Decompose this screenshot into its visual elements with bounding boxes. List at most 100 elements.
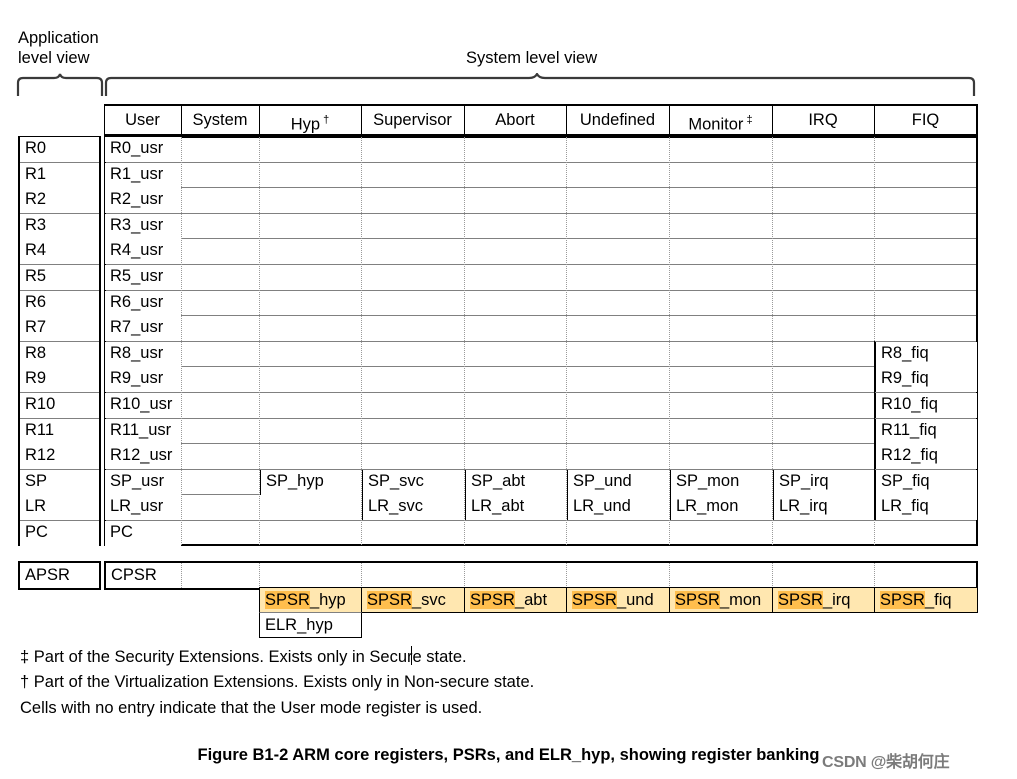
register-cell-label: R8_usr [110, 344, 164, 362]
app-register-label: R2 [25, 190, 47, 208]
app-register-label: R10 [25, 395, 56, 413]
register-cell-label: R7_usr [110, 318, 164, 336]
mode-header-divider [259, 106, 260, 134]
spsr-suffix-text: _und [616, 591, 654, 609]
spsr-suffix-text: _fiq [924, 591, 952, 609]
spsr-cell-irq: SPSR_irq [772, 587, 875, 613]
app-register-cell: R7 [20, 316, 99, 341]
register-cell-label: R9_fiq [881, 369, 929, 387]
system-level-brace [104, 73, 976, 96]
elr-hyp-cell: ELR_hyp [259, 612, 362, 638]
mode-header-label: Supervisor [373, 111, 452, 129]
spsr-cell-monitor: SPSR_mon [669, 587, 773, 613]
app-register-cell: SP [20, 470, 99, 495]
mode-header-fiq: FIQ [875, 106, 976, 134]
row-separator [106, 187, 976, 188]
mode-header-divider [181, 106, 182, 134]
register-cell-user: R7_usr [105, 316, 181, 341]
app-register-label: R1 [25, 165, 47, 183]
row-separator [106, 162, 976, 163]
cpsr-column-divider [566, 563, 567, 588]
register-cell-supervisor: LR_svc [362, 495, 464, 520]
register-cell-user: LR_usr [105, 495, 181, 520]
register-cell-fiq: R10_fiq [875, 393, 977, 418]
cpsr-column-divider [361, 563, 362, 588]
register-cell-label: SP_abt [471, 472, 526, 490]
app-register-label: R8 [25, 344, 47, 362]
text-cursor-caret [411, 646, 412, 665]
register-cell-user: R6_usr [105, 291, 181, 316]
register-cell-user: PC [105, 521, 181, 546]
app-register-label: PC [25, 523, 48, 541]
row-separator [106, 213, 976, 214]
register-cell-label: R5_usr [110, 267, 164, 285]
app-register-cell: R3 [20, 214, 99, 239]
register-cell-fiq: SP_fiq [875, 470, 977, 495]
footnote-marker: ‡ [743, 114, 753, 126]
register-cell-user: R11_usr [105, 419, 181, 444]
register-cell-label: SP_hyp [266, 472, 324, 490]
mode-header-abort: Abort [465, 106, 565, 134]
app-register-cell: R8 [20, 342, 99, 367]
mode-header-divider [566, 106, 567, 134]
register-cell-fiq: LR_fiq [875, 495, 977, 520]
app-register-label: R11 [25, 421, 55, 439]
app-register-cell: R1 [20, 163, 99, 188]
footnote-empty-cells: Cells with no entry indicate that the Us… [20, 699, 483, 717]
register-cell-fiq: R8_fiq [875, 342, 977, 367]
row-separator [106, 315, 976, 316]
mode-header-label: IRQ [808, 111, 838, 129]
row-separator [106, 520, 976, 521]
register-cell-fiq: R11_fiq [875, 419, 977, 444]
row-separator [106, 238, 976, 239]
register-cell-fiq: R12_fiq [875, 444, 977, 469]
register-cell-user: R2_usr [105, 188, 181, 213]
mode-header-label: Hyp [290, 115, 321, 134]
mode-header-divider [361, 106, 362, 134]
register-cell-label: SP_fiq [881, 472, 930, 490]
register-cell-irq: SP_irq [773, 470, 874, 495]
mode-header-label: User [125, 111, 160, 129]
watermark: CSDN @柴胡何庄 [822, 754, 950, 771]
register-cell-label: R3_usr [110, 216, 164, 234]
spsr-cell-abort: SPSR_abt [464, 587, 567, 613]
spsr-cell-undefined: SPSR_und [566, 587, 670, 613]
app-register-cell: R10 [20, 393, 99, 418]
app-register-label: R5 [25, 267, 47, 285]
register-cell-label: R12_fiq [881, 446, 938, 464]
app-register-label: LR [25, 497, 47, 515]
application-level-brace [16, 73, 104, 96]
cpsr-row-frame [104, 561, 978, 590]
footnote-marker: † [320, 114, 330, 126]
app-register-label: R0 [25, 139, 47, 157]
mode-header-divider [874, 106, 875, 134]
mode-header-undefined: Undefined [567, 106, 668, 134]
mode-header-supervisor: Supervisor [362, 106, 463, 134]
register-cell-label: LR_abt [471, 497, 525, 515]
cpsr-column-divider [772, 563, 773, 588]
spsr-cell-fiq: SPSR_fiq [874, 587, 978, 613]
register-cell-user: R4_usr [105, 239, 181, 264]
register-cell-user: R1_usr [105, 163, 181, 188]
register-cell-hyp: SP_hyp [260, 470, 361, 495]
mode-header-label: Monitor [688, 115, 744, 134]
register-cell-label: SP_svc [368, 472, 424, 490]
app-register-label: R7 [25, 318, 47, 336]
register-cell-supervisor: SP_svc [362, 470, 464, 495]
spsr-highlight-text: SPSR [265, 591, 310, 609]
cpsr-column-divider [464, 563, 465, 588]
spsr-highlight-text: SPSR [470, 591, 515, 609]
register-cell-irq: LR_irq [773, 495, 874, 520]
footnote-virtualization-extensions: † Part of the Virtualization Extensions.… [20, 673, 535, 691]
app-register-cell: R0 [20, 137, 99, 162]
app-register-label: R4 [25, 241, 47, 259]
app-register-cell: R5 [20, 265, 99, 290]
register-cell-user: R10_usr [105, 393, 181, 418]
mode-header-monitor: Monitor ‡ [670, 106, 771, 134]
spsr-highlight-text: SPSR [367, 591, 412, 609]
register-cell-user: R8_usr [105, 342, 181, 367]
register-cell-fiq: R9_fiq [875, 367, 977, 392]
row-separator [106, 366, 976, 367]
row-separator [106, 290, 976, 291]
register-cell-user: R12_usr [105, 444, 181, 469]
